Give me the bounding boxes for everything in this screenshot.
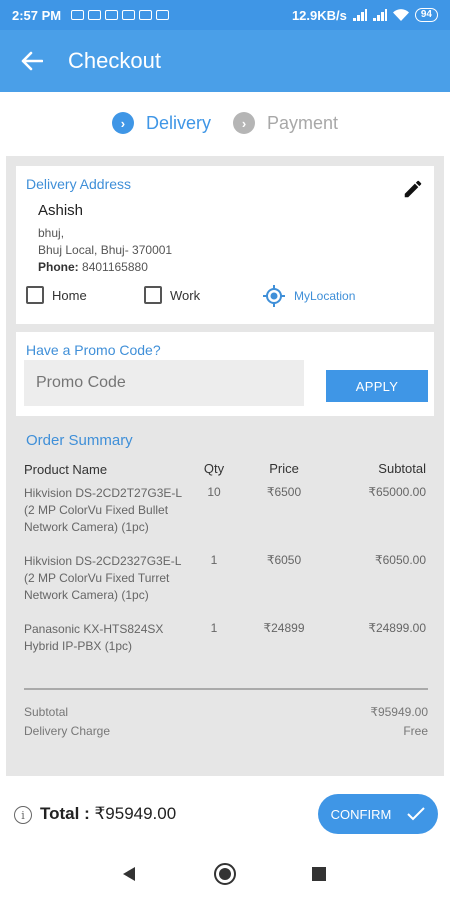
step-delivery[interactable]: › Delivery bbox=[111, 112, 211, 134]
chevron-right-icon: › bbox=[111, 112, 134, 134]
status-bar: 2:57 PM 12.9KB/s 94 bbox=[0, 0, 450, 30]
app-bar: Checkout bbox=[0, 30, 450, 92]
table-row: Hikvision DS-2CD2327G3E-L (2 MP ColorVu … bbox=[16, 553, 434, 621]
delivery-charge-row: Delivery Charge Free bbox=[24, 724, 428, 738]
checkbox-icon bbox=[26, 286, 44, 304]
subtotal-row: Subtotal ₹95949.00 bbox=[24, 705, 428, 719]
checkout-stepper: › Delivery › Payment bbox=[0, 96, 450, 150]
system-nav-bar bbox=[0, 850, 450, 900]
checkbox-icon bbox=[144, 286, 162, 304]
subtotal-value: ₹95949.00 bbox=[370, 705, 428, 719]
phone-label: Phone: bbox=[38, 260, 79, 274]
product-name: Hikvision DS-2CD2327G3E-L (2 MP ColorVu … bbox=[24, 554, 181, 602]
delivery-address-card: Delivery Address Ashish bhuj, Bhuj Local… bbox=[16, 166, 434, 324]
product-qty: 1 bbox=[210, 553, 218, 567]
arrow-left-icon bbox=[21, 51, 43, 71]
page-title: Checkout bbox=[68, 48, 161, 73]
my-location-label: MyLocation bbox=[294, 289, 356, 303]
check-icon bbox=[407, 807, 426, 821]
delivery-charge-value: Free bbox=[403, 724, 428, 738]
delivery-address-title: Delivery Address bbox=[26, 176, 132, 192]
summary-divider bbox=[24, 688, 428, 690]
nav-home-icon[interactable] bbox=[214, 863, 236, 885]
product-subtotal: ₹6050.00 bbox=[374, 553, 426, 567]
step-label: Delivery bbox=[145, 112, 211, 133]
product-price: ₹6500 bbox=[266, 485, 302, 499]
my-location-button[interactable]: MyLocation bbox=[262, 284, 355, 308]
work-checkbox[interactable]: Work bbox=[144, 286, 200, 304]
promo-code-input[interactable] bbox=[24, 360, 304, 406]
status-time: 2:57 PM bbox=[12, 7, 62, 23]
confirm-button[interactable]: CONFIRM bbox=[318, 794, 438, 834]
content-panel: Delivery Address Ashish bhuj, Bhuj Local… bbox=[6, 156, 444, 776]
back-button[interactable] bbox=[0, 30, 64, 92]
signal-icon bbox=[372, 9, 387, 21]
total-value: ₹95949.00 bbox=[94, 804, 177, 823]
product-price: ₹24899 bbox=[263, 621, 305, 635]
signal-icon bbox=[352, 9, 367, 21]
nav-recents-icon[interactable] bbox=[312, 867, 326, 881]
work-label: Work bbox=[170, 287, 201, 303]
address-line-1: bhuj, bbox=[38, 226, 65, 240]
header-price: Price bbox=[269, 461, 299, 476]
table-row: Hikvision DS-2CD2T27G3E-L (2 MP ColorVu … bbox=[16, 485, 434, 553]
header-product-name: Product Name bbox=[24, 462, 108, 477]
promo-code-card: Have a Promo Code? APPLY bbox=[16, 332, 434, 416]
info-icon[interactable]: i bbox=[14, 806, 32, 824]
edit-pencil-icon[interactable] bbox=[402, 178, 424, 200]
total-label: Total : bbox=[40, 804, 90, 823]
order-summary: Order Summary Product Name Qty Price Sub… bbox=[16, 432, 434, 738]
apply-button[interactable]: APPLY bbox=[326, 370, 428, 402]
confirm-label: CONFIRM bbox=[330, 806, 392, 822]
message-icon bbox=[122, 10, 136, 20]
product-name: Hikvision DS-2CD2T27G3E-L (2 MP ColorVu … bbox=[24, 486, 182, 534]
header-subtotal: Subtotal bbox=[378, 461, 426, 476]
network-speed: 12.9KB/s bbox=[291, 7, 347, 23]
home-checkbox[interactable]: Home bbox=[26, 286, 87, 304]
product-name: Panasonic KX-HTS824SX Hybrid IP-PBX (1pc… bbox=[24, 622, 164, 653]
product-subtotal: ₹65000.00 bbox=[368, 485, 426, 499]
address-line-2: Bhuj Local, Bhuj- 370001 bbox=[38, 243, 173, 257]
order-summary-title: Order Summary bbox=[26, 432, 133, 449]
message-icon bbox=[88, 10, 102, 20]
chevron-right-icon: › bbox=[232, 112, 255, 134]
gps-target-icon bbox=[263, 285, 285, 307]
address-phone: Phone: 8401165880 bbox=[38, 259, 424, 276]
battery-icon: 94 bbox=[414, 8, 438, 22]
message-icon bbox=[71, 10, 85, 20]
step-label: Payment bbox=[266, 112, 339, 133]
subtotal-label: Subtotal bbox=[24, 705, 69, 719]
summary-header-row: Product Name Qty Price Subtotal bbox=[16, 461, 434, 481]
laptop-icon bbox=[156, 10, 170, 20]
promo-title: Have a Promo Code? bbox=[26, 342, 161, 358]
table-row: Panasonic KX-HTS824SX Hybrid IP-PBX (1pc… bbox=[16, 621, 434, 673]
wifi-icon bbox=[392, 9, 409, 21]
message-icon bbox=[105, 10, 119, 20]
step-payment[interactable]: › Payment bbox=[232, 112, 339, 134]
notification-icons bbox=[71, 10, 170, 20]
order-total: Total : ₹95949.00 bbox=[40, 804, 176, 824]
phone-value: 8401165880 bbox=[82, 260, 148, 274]
address-name: Ashish bbox=[38, 202, 84, 219]
message-icon bbox=[139, 10, 153, 20]
product-qty: 1 bbox=[210, 621, 218, 635]
product-subtotal: ₹24899.00 bbox=[368, 621, 426, 635]
delivery-charge-label: Delivery Charge bbox=[24, 724, 111, 738]
home-label: Home bbox=[52, 287, 87, 303]
nav-back-icon[interactable] bbox=[123, 867, 135, 881]
checkout-footer: i Total : ₹95949.00 CONFIRM bbox=[0, 776, 450, 850]
product-qty: 10 bbox=[207, 485, 221, 499]
product-price: ₹6050 bbox=[266, 553, 302, 567]
header-qty: Qty bbox=[203, 461, 225, 476]
